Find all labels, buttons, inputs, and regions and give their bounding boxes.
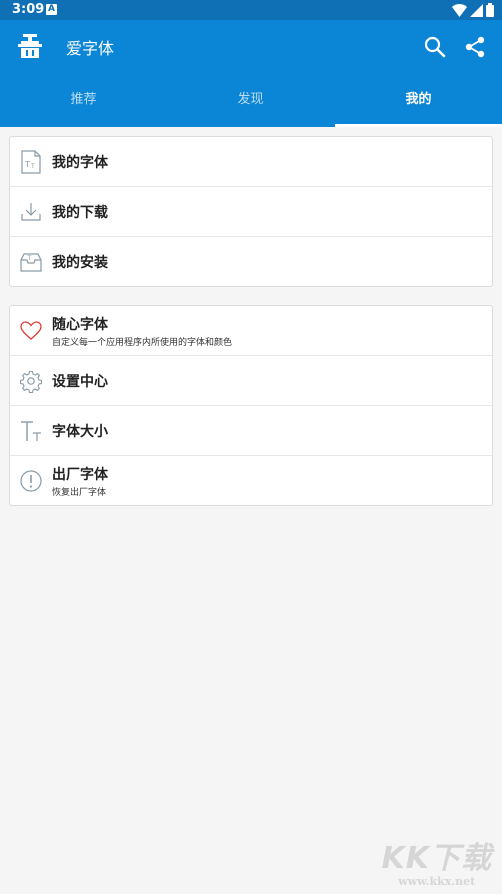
tab-recommend[interactable]: 推荐	[0, 72, 167, 127]
my-items-card: T T 我的字体 我的下载 T 我的安装	[9, 136, 493, 287]
my-fonts-label: 我的字体	[52, 155, 108, 171]
font-size-icon	[21, 421, 41, 441]
font-size-item[interactable]: 字体大小	[10, 406, 492, 456]
my-downloads-label: 我的下载	[52, 205, 108, 221]
watermark: KK下载 www.kkx.net	[382, 833, 493, 888]
download-icon	[21, 203, 41, 221]
tab-indicator	[335, 124, 502, 127]
svg-text:T: T	[27, 255, 32, 262]
tab-discover[interactable]: 发现	[167, 72, 334, 127]
factory-font-item[interactable]: 出厂字体 恢复出厂字体	[10, 456, 492, 506]
custom-font-label: 随心字体	[52, 317, 108, 333]
settings-center-label: 设置中心	[52, 374, 108, 390]
status-icons	[452, 3, 494, 17]
my-installs-item[interactable]: T 我的安装	[10, 237, 492, 287]
factory-font-label: 出厂字体	[52, 467, 108, 483]
battery-icon	[486, 3, 494, 17]
factory-font-subtitle: 恢复出厂字体	[52, 488, 107, 498]
share-icon[interactable]	[464, 36, 486, 58]
info-icon	[20, 470, 42, 492]
wifi-icon	[452, 3, 467, 17]
svg-text:T: T	[24, 160, 30, 169]
my-fonts-item[interactable]: T T 我的字体	[10, 137, 492, 187]
watermark-logo: KK下载	[381, 841, 492, 876]
font-size-label: 字体大小	[52, 424, 108, 440]
my-downloads-item[interactable]: 我的下载	[10, 187, 492, 237]
heart-icon	[20, 321, 42, 340]
status-bar: 3:09 A	[0, 0, 502, 20]
app-title: 爱字体	[66, 39, 115, 58]
status-time: 3:09	[12, 2, 45, 17]
settings-card: 随心字体 自定义每一个应用程序内所使用的字体和颜色 设置中心 字体大小 出厂字体…	[9, 305, 493, 506]
my-installs-label: 我的安装	[52, 255, 108, 271]
app-logo-icon	[18, 34, 42, 58]
custom-font-subtitle: 自定义每一个应用程序内所使用的字体和颜色	[52, 338, 233, 348]
tab-bar: 推荐 发现 我的	[0, 72, 502, 127]
gear-icon	[20, 370, 42, 393]
font-file-icon: T T	[21, 150, 41, 174]
svg-text:T: T	[30, 163, 35, 170]
signal-icon	[470, 3, 483, 17]
settings-center-item[interactable]: 设置中心	[10, 356, 492, 406]
app-bar: 爱字体	[0, 20, 502, 72]
install-tray-icon: T	[20, 253, 42, 272]
tab-mine[interactable]: 我的	[335, 72, 502, 127]
custom-font-item[interactable]: 随心字体 自定义每一个应用程序内所使用的字体和颜色	[10, 306, 492, 356]
search-icon[interactable]	[424, 36, 446, 58]
notification-icon: A	[46, 4, 57, 15]
